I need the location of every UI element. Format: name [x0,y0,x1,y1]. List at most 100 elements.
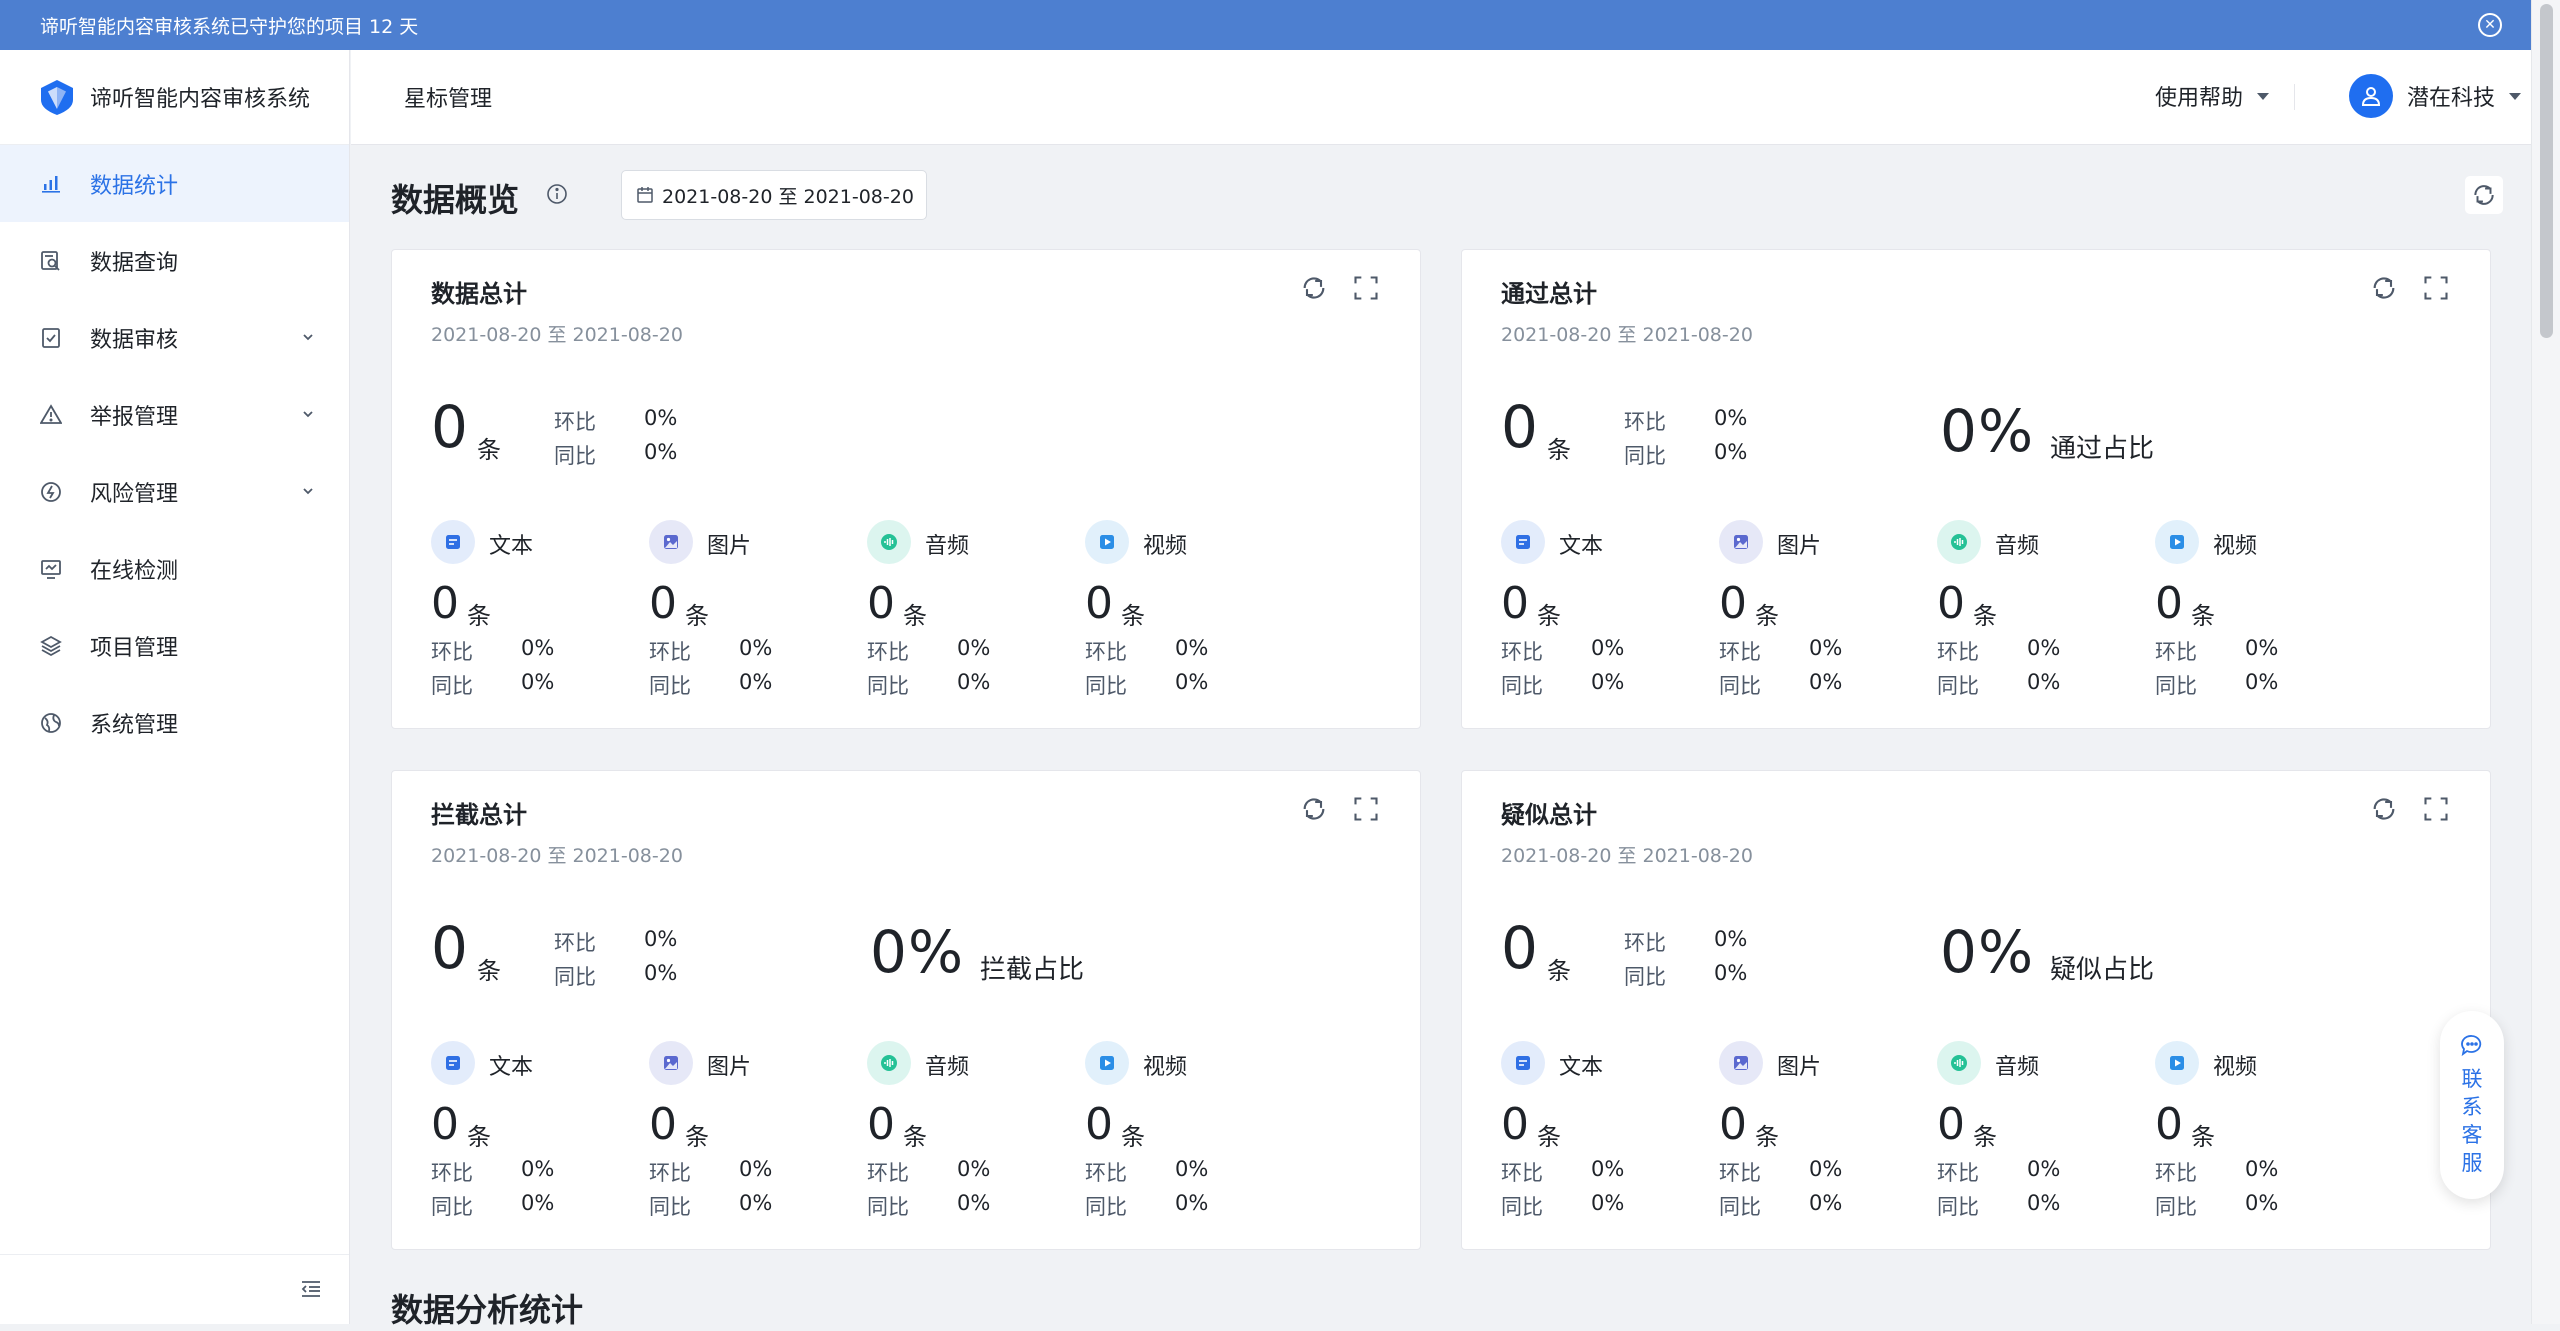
yoy-value: 0% [644,961,678,985]
yoy-label: 同比 [1624,444,1666,468]
mom-value: 0% [1714,927,1748,951]
fullscreen-icon[interactable] [2422,274,2450,302]
sidebar-item-data-review[interactable]: 数据审核 [0,299,349,376]
main-content: 数据概览 2021-08-20 至 2021-08-20 数据总计 2021-08… [351,145,2531,1329]
mom-label: 环比 [1719,640,1761,664]
sub-stat-name: 视频 [1143,534,1188,559]
breadcrumb[interactable]: 星标管理 [404,81,492,113]
mom-label: 环比 [1501,640,1543,664]
sub-stat-text: 文本 0 条环比 0% 同比 0% [1501,1041,1721,1241]
page-scrollbar[interactable] [2531,0,2560,1324]
fullscreen-icon[interactable] [1352,795,1380,823]
sub-stat-name: 图片 [1777,534,1822,559]
close-icon[interactable]: ✕ [2478,13,2502,37]
mom-value: 0% [1175,636,1209,660]
sidebar-item-report[interactable]: 举报管理 [0,376,349,453]
sidebar-item-risk[interactable]: 风险管理 [0,453,349,530]
mom-value: 0% [1809,636,1843,660]
percent-sign: % [908,918,964,986]
yoy-label: 同比 [1719,674,1761,698]
sub-stat-unit: 条 [2191,1123,2215,1151]
percent-sign: % [1978,397,2034,465]
help-label: 使用帮助 [2154,86,2243,111]
sub-stat-unit: 条 [1537,1123,1561,1151]
sub-stat-unit: 条 [1973,1123,1997,1151]
help-dropdown[interactable]: 使用帮助 [2155,80,2269,112]
sub-stat-unit: 条 [903,602,927,630]
sub-stat-unit: 条 [1121,602,1145,630]
sidebar-item-project[interactable]: 项目管理 [0,607,349,684]
mom-value: 0% [644,406,678,430]
sub-stat-image: 图片 0 条环比 0% 同比 0% [649,1041,869,1241]
yoy-value: 0% [2245,670,2279,694]
user-menu[interactable]: 潜在科技 [2348,74,2521,118]
mom-label: 环比 [649,1161,691,1185]
logo-icon [41,80,73,115]
mom-value: 0% [521,636,555,660]
mom-label: 环比 [431,640,473,664]
sub-stat-count: 0 [1719,578,1747,629]
info-icon[interactable] [546,183,568,205]
mom-label: 环比 [649,640,691,664]
sub-stat-unit: 条 [1537,602,1561,630]
sub-stat-unit: 条 [1121,1123,1145,1151]
sub-stat-name: 视频 [2213,1055,2258,1080]
sidebar-item-label: 风险管理 [90,481,179,507]
refresh-icon[interactable] [1300,274,1328,302]
audio-icon [867,520,911,564]
text-icon [431,520,475,564]
sidebar-item-system[interactable]: 系统管理 [0,684,349,761]
risk-icon [40,481,62,503]
page-title: 数据概览 [391,181,520,219]
refresh-icon[interactable] [1300,795,1328,823]
sub-stat-video: 视频 0 条环比 0% 同比 0% [2155,520,2375,720]
total-unit: 条 [1547,436,1571,464]
sub-stat-name: 文本 [489,1055,534,1080]
refresh-all-button[interactable] [2465,176,2503,214]
sub-stat-unit: 条 [685,602,709,630]
yoy-value: 0% [1714,961,1748,985]
sub-stat-name: 音频 [1995,1055,2040,1080]
sidebar-item-data-query[interactable]: 数据查询 [0,222,349,299]
scrollbar-thumb[interactable] [2540,4,2553,338]
fullscreen-icon[interactable] [2422,795,2450,823]
date-range-picker[interactable]: 2021-08-20 至 2021-08-20 [621,170,927,220]
total-count: 0 [1501,393,1538,461]
sub-stat-count: 0 [1719,1099,1747,1150]
mom-value: 0% [1809,1157,1843,1181]
yoy-label: 同比 [1937,674,1979,698]
sub-stat-audio: 音频 0 条环比 0% 同比 0% [867,520,1087,720]
chevron-down-icon [303,488,313,495]
brand[interactable]: 谛听智能内容审核系统 [0,50,349,145]
sub-stat-count: 0 [649,578,677,629]
mom-value: 0% [1591,1157,1625,1181]
sidebar-item-label: 项目管理 [90,635,179,661]
card-title: 通过总计 [1501,280,1597,308]
sub-stat-count: 0 [2155,1099,2183,1150]
yoy-label: 同比 [2155,674,2197,698]
sub-stat-unit: 条 [903,1123,927,1151]
total-count: 0 [431,393,468,461]
fullscreen-icon[interactable] [1352,274,1380,302]
sidebar-item-online-check[interactable]: 在线检测 [0,530,349,607]
mom-value: 0% [957,1157,991,1181]
yoy-value: 0% [1175,1191,1209,1215]
yoy-value: 0% [1175,670,1209,694]
collapse-menu-icon[interactable] [299,1277,323,1301]
yoy-label: 同比 [1624,965,1666,989]
mom-label: 环比 [1501,1161,1543,1185]
refresh-icon[interactable] [2370,795,2398,823]
card-date-range: 2021-08-20 至 2021-08-20 [431,845,683,867]
sub-stat-name: 音频 [925,1055,970,1080]
percent-label: 通过占比 [2050,434,2155,464]
sidebar-item-data-stats[interactable]: 数据统计 [0,145,349,222]
bar-chart-icon [40,173,62,195]
contact-support-button[interactable]: 联系客服 [2440,1011,2504,1199]
refresh-icon[interactable] [2370,274,2398,302]
mom-value: 0% [1591,636,1625,660]
mom-label: 环比 [1085,640,1127,664]
section-title: 数据分析统计 [391,1291,584,1329]
yoy-label: 同比 [1085,1195,1127,1219]
top-header: 星标管理 使用帮助 潜在科技 [351,50,2531,145]
mom-label: 环比 [2155,1161,2197,1185]
